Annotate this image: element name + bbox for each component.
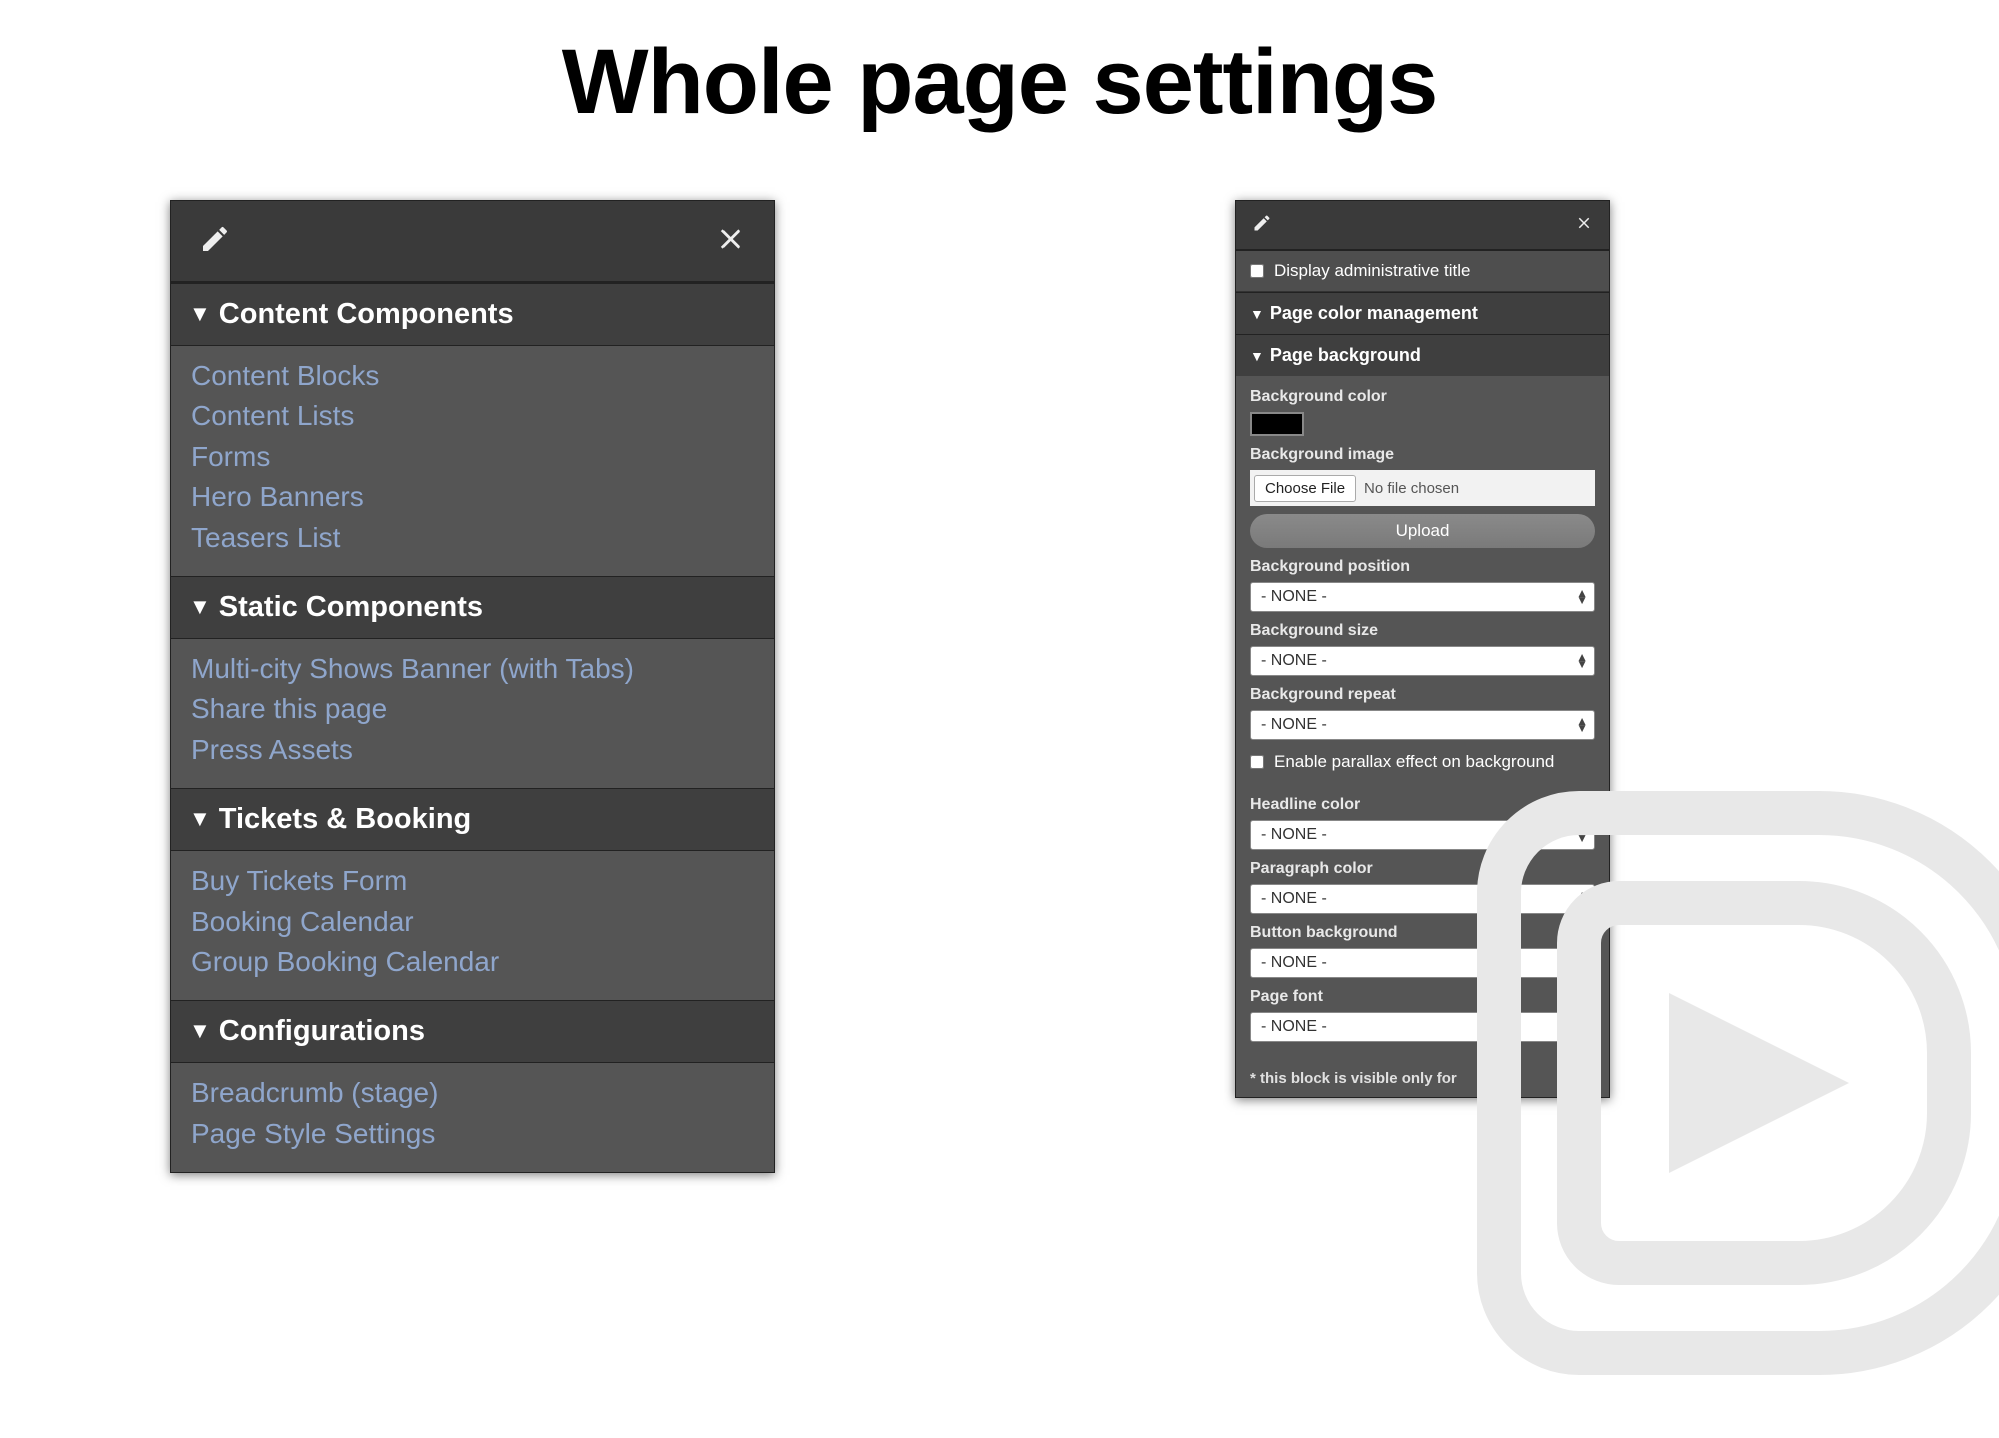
link-forms[interactable]: Forms (191, 437, 754, 477)
parallax-checkbox[interactable] (1250, 755, 1264, 769)
slide-title: Whole page settings (0, 30, 1999, 135)
bg-image-label: Background image (1250, 446, 1595, 464)
bg-color-label: Background color (1250, 388, 1595, 406)
file-status-text: No file chosen (1364, 480, 1459, 497)
brand-logo-watermark (1419, 733, 1999, 1438)
caret-down-icon: ▼ (189, 301, 211, 326)
close-icon[interactable] (716, 224, 746, 259)
select-arrows-icon: ▲▼ (1576, 590, 1588, 604)
link-multicity-banner[interactable]: Multi-city Shows Banner (with Tabs) (191, 649, 754, 689)
link-buy-tickets[interactable]: Buy Tickets Form (191, 861, 754, 901)
section-title: Static Components (219, 591, 483, 623)
admin-title-row[interactable]: Display administrative title (1236, 251, 1609, 292)
components-panel: ▼ Content Components Content Blocks Conte… (170, 200, 775, 1173)
caret-down-icon: ▼ (1250, 348, 1264, 364)
admin-title-label: Display administrative title (1274, 261, 1471, 281)
file-input-row: Choose File No file chosen (1250, 470, 1595, 506)
bg-color-swatch[interactable] (1250, 412, 1304, 436)
bg-size-label: Background size (1250, 622, 1595, 640)
select-arrows-icon: ▲▼ (1576, 718, 1588, 732)
section-title: Tickets & Booking (219, 803, 471, 835)
link-press-assets[interactable]: Press Assets (191, 730, 754, 770)
upload-button[interactable]: Upload (1250, 514, 1595, 548)
panel-header (1236, 201, 1609, 251)
select-value: - NONE - (1261, 1018, 1327, 1036)
caret-down-icon: ▼ (189, 1018, 211, 1043)
link-booking-calendar[interactable]: Booking Calendar (191, 902, 754, 942)
bg-repeat-label: Background repeat (1250, 686, 1595, 704)
select-value: - NONE - (1261, 652, 1327, 670)
select-value: - NONE - (1261, 954, 1327, 972)
link-teasers-list[interactable]: Teasers List (191, 518, 754, 558)
section-static-components[interactable]: ▼ Static Components (171, 576, 774, 639)
section-body: Breadcrumb (stage) Page Style Settings (171, 1063, 774, 1172)
link-page-style-settings[interactable]: Page Style Settings (191, 1114, 754, 1154)
section-body: Multi-city Shows Banner (with Tabs) Shar… (171, 639, 774, 788)
caret-down-icon: ▼ (189, 594, 211, 619)
bg-position-select[interactable]: - NONE - ▲▼ (1250, 582, 1595, 612)
link-hero-banners[interactable]: Hero Banners (191, 477, 754, 517)
link-group-booking[interactable]: Group Booking Calendar (191, 942, 754, 982)
section-tickets-booking[interactable]: ▼ Tickets & Booking (171, 788, 774, 851)
select-value: - NONE - (1261, 716, 1327, 734)
caret-down-icon: ▼ (189, 806, 211, 831)
bg-size-select[interactable]: - NONE - ▲▼ (1250, 646, 1595, 676)
select-value: - NONE - (1261, 890, 1327, 908)
section-title: Content Components (219, 298, 514, 330)
subsection-title: Page color management (1270, 303, 1478, 323)
panel-header (171, 201, 774, 283)
link-content-blocks[interactable]: Content Blocks (191, 356, 754, 396)
bg-position-label: Background position (1250, 558, 1595, 576)
close-icon[interactable] (1575, 214, 1593, 237)
choose-file-button[interactable]: Choose File (1254, 475, 1356, 502)
subsection-title: Page background (1270, 345, 1421, 365)
page-color-mgmt-header[interactable]: ▼ Page color management (1236, 292, 1609, 334)
section-body: Content Blocks Content Lists Forms Hero … (171, 346, 774, 576)
caret-down-icon: ▼ (1250, 306, 1264, 322)
select-value: - NONE - (1261, 826, 1327, 844)
link-breadcrumb-stage[interactable]: Breadcrumb (stage) (191, 1073, 754, 1113)
link-content-lists[interactable]: Content Lists (191, 396, 754, 436)
section-configurations[interactable]: ▼ Configurations (171, 1000, 774, 1063)
section-body: Buy Tickets Form Booking Calendar Group … (171, 851, 774, 1000)
select-arrows-icon: ▲▼ (1576, 654, 1588, 668)
pencil-icon (199, 223, 231, 260)
pencil-icon (1252, 213, 1272, 238)
select-value: - NONE - (1261, 588, 1327, 606)
section-content-components[interactable]: ▼ Content Components (171, 283, 774, 346)
section-title: Configurations (219, 1015, 425, 1047)
admin-title-checkbox[interactable] (1250, 264, 1264, 278)
link-share-page[interactable]: Share this page (191, 689, 754, 729)
page-background-header[interactable]: ▼ Page background (1236, 334, 1609, 376)
